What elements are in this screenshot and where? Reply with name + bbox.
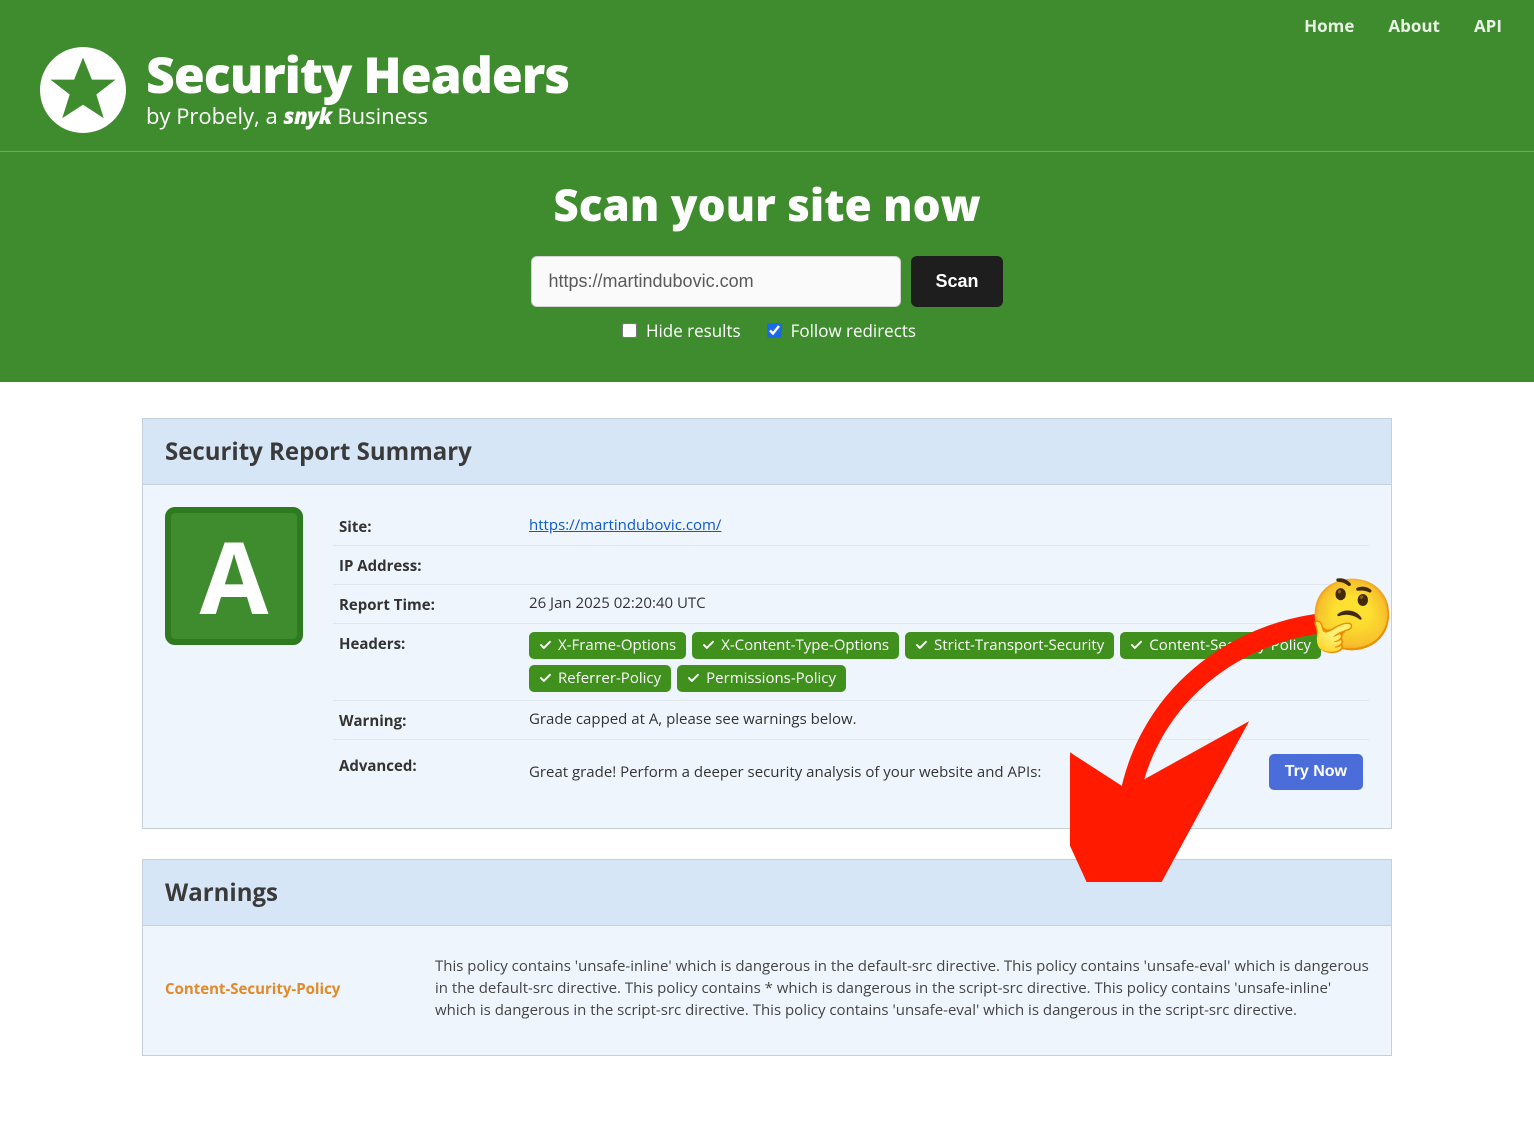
follow-redirects-checkbox[interactable]	[767, 323, 782, 338]
row-site: Site: https://martindubovic.com/	[333, 507, 1369, 546]
label-time: Report Time:	[339, 593, 529, 615]
hide-results-label[interactable]: Hide results	[618, 319, 741, 342]
value-time: 26 Jan 2025 02:20:40 UTC	[529, 593, 1363, 613]
summary-heading: Security Report Summary	[143, 419, 1391, 485]
scan-options: Hide results Follow redirects	[0, 319, 1534, 342]
header-pill: Strict-Transport-Security	[905, 632, 1114, 659]
header-pills: X-Frame-OptionsX-Content-Type-OptionsStr…	[529, 632, 1363, 692]
label-ip: IP Address:	[339, 554, 529, 576]
header-pill: Referrer-Policy	[529, 665, 671, 692]
brand-title: Security Headers	[146, 49, 569, 99]
summary-table: Site: https://martindubovic.com/ IP Addr…	[333, 507, 1369, 804]
tag-bold: snyk	[283, 101, 331, 131]
row-time: Report Time: 26 Jan 2025 02:20:40 UTC	[333, 585, 1369, 624]
hide-results-text: Hide results	[646, 319, 741, 342]
header-pill: Content-Security-Policy	[1120, 632, 1321, 659]
header-pill: X-Frame-Options	[529, 632, 686, 659]
value-warning: Grade capped at A, please see warnings b…	[529, 709, 1363, 729]
follow-redirects-text: Follow redirects	[791, 319, 916, 342]
warning-row: Content-Security-Policy This policy conta…	[165, 936, 1369, 1041]
header-pill: Permissions-Policy	[677, 665, 846, 692]
label-site: Site:	[339, 515, 529, 537]
tag-pre: by Probely, a	[146, 101, 283, 131]
hero-banner: Home About API Security Headers by Probe…	[0, 0, 1534, 382]
scan-url-input[interactable]	[531, 256, 901, 307]
try-now-button[interactable]: Try Now	[1269, 754, 1363, 790]
hide-results-checkbox[interactable]	[622, 323, 637, 338]
row-ip: IP Address:	[333, 546, 1369, 585]
label-headers: Headers:	[339, 632, 529, 654]
star-logo-icon	[40, 47, 126, 133]
grade-badge: A	[165, 507, 303, 645]
scan-heading: Scan your site now	[0, 174, 1534, 234]
summary-panel: Security Report Summary A Site: https://…	[142, 418, 1392, 829]
warning-name: Content-Security-Policy	[165, 956, 405, 1021]
label-advanced: Advanced:	[339, 754, 529, 776]
row-advanced: Advanced: Great grade! Perform a deeper …	[333, 740, 1369, 804]
nav-api[interactable]: API	[1474, 14, 1502, 37]
brand-row: Security Headers by Probely, a snyk Busi…	[0, 47, 1534, 152]
row-warning: Warning: Grade capped at A, please see w…	[333, 701, 1369, 740]
warnings-heading: Warnings	[143, 860, 1391, 926]
scan-form: Scan	[0, 256, 1534, 307]
page-content: Security Report Summary A Site: https://…	[132, 382, 1402, 1122]
nav-about[interactable]: About	[1388, 14, 1440, 37]
brand-text: Security Headers by Probely, a snyk Busi…	[146, 49, 569, 131]
grade-letter: A	[200, 526, 269, 626]
scan-button[interactable]: Scan	[911, 256, 1002, 307]
label-warning: Warning:	[339, 709, 529, 731]
row-headers: Headers: X-Frame-OptionsX-Content-Type-O…	[333, 624, 1369, 701]
warnings-panel: Warnings Content-Security-Policy This pol…	[142, 859, 1392, 1056]
warnings-body: Content-Security-Policy This policy conta…	[143, 926, 1391, 1055]
nav-home[interactable]: Home	[1304, 14, 1354, 37]
follow-redirects-label[interactable]: Follow redirects	[763, 319, 916, 342]
value-advanced: Great grade! Perform a deeper security a…	[529, 762, 1041, 782]
summary-body: A Site: https://martindubovic.com/ IP Ad…	[143, 485, 1391, 828]
warning-text: This policy contains 'unsafe-inline' whi…	[435, 956, 1369, 1021]
tag-post: Business	[332, 101, 428, 131]
site-link[interactable]: https://martindubovic.com/	[529, 515, 721, 535]
header-pill: X-Content-Type-Options	[692, 632, 899, 659]
